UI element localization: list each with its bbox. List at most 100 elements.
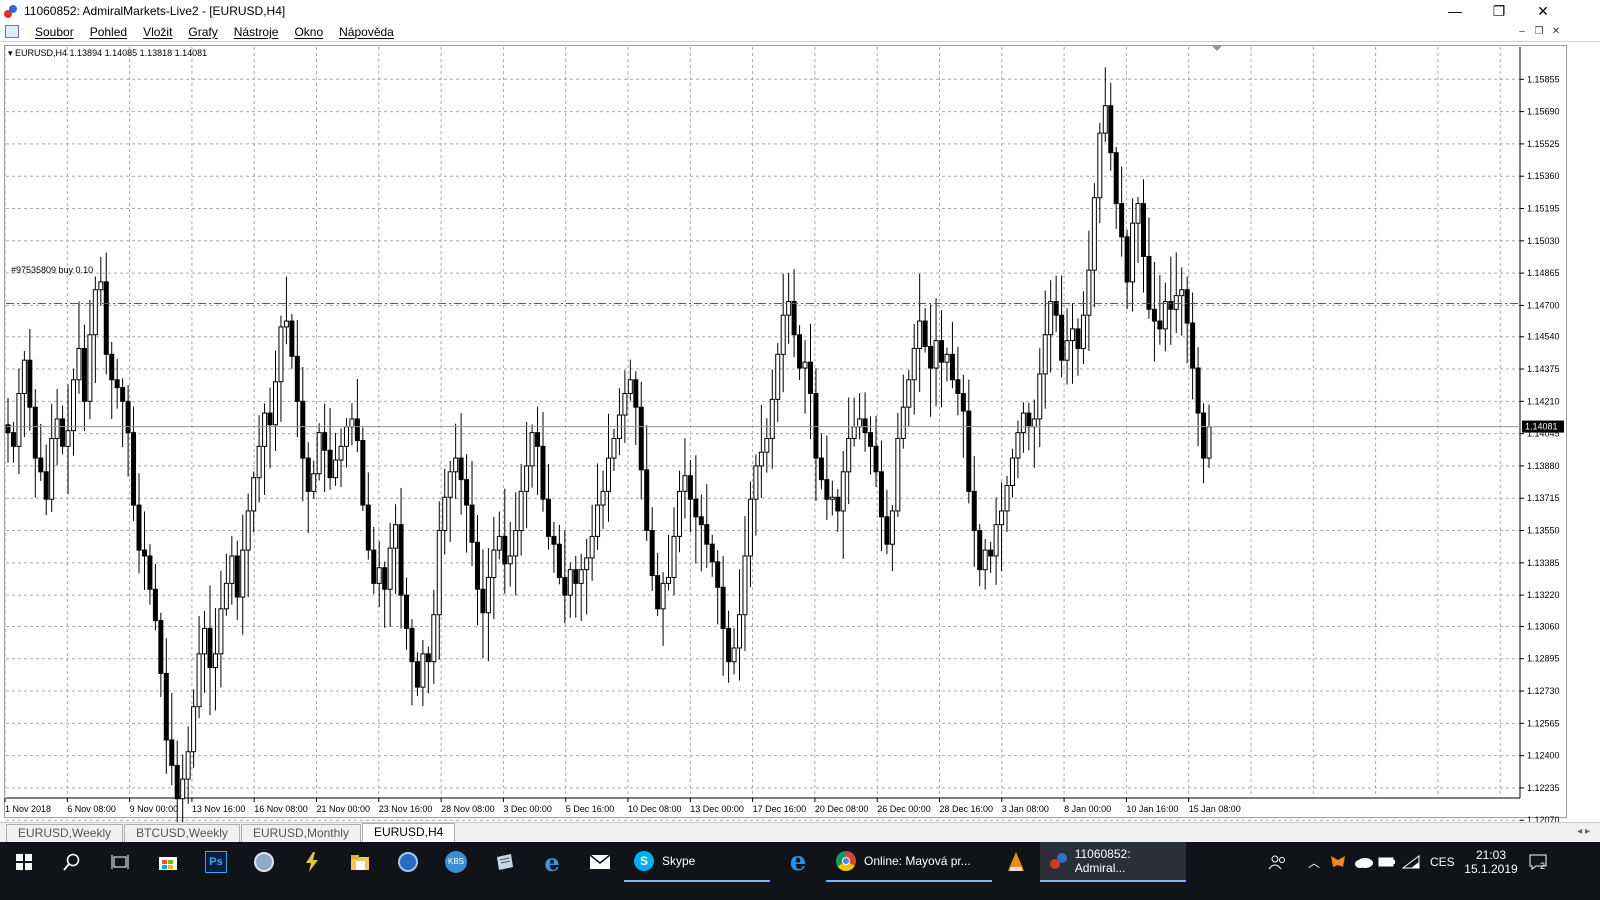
candle-body (131, 432, 137, 506)
time-axis-label: 17 Dec 16:00 (753, 804, 807, 814)
candle-body (1097, 132, 1103, 199)
tab-eurusd-h4[interactable]: EURUSD,H4 (361, 823, 456, 842)
candle-body (207, 627, 213, 669)
photoshop-icon[interactable]: Ps (192, 842, 240, 882)
tab-eurusd-weekly[interactable]: EURUSD,Weekly (6, 824, 124, 842)
battery-icon[interactable] (1378, 842, 1396, 882)
tray-metamask-icon[interactable] (1330, 842, 1346, 882)
candle-body (589, 535, 595, 559)
price-axis-label: 1.15525 (1527, 139, 1560, 149)
candle-body (1075, 328, 1081, 349)
price-chart[interactable]: 1.15855 1.15690 1.15525 1.15360 1.15195 1.150… (0, 0, 1600, 822)
kbs-app-icon[interactable]: KBS (432, 842, 480, 882)
candle-body (567, 569, 573, 596)
candle-body (1048, 300, 1054, 336)
candle-body (485, 577, 491, 614)
price-axis-label: 1.13220 (1527, 590, 1560, 600)
clock-date: 15.1.2019 (1464, 862, 1518, 876)
app-feather-icon[interactable] (240, 842, 288, 882)
candle-body (442, 496, 448, 532)
winamp-bolt-icon[interactable] (288, 842, 336, 882)
candle-body (764, 438, 770, 453)
candle-body (726, 627, 732, 663)
price-axis-label: 1.12400 (1527, 751, 1560, 761)
candle-body (300, 400, 306, 459)
candle-body (1184, 289, 1190, 324)
candle-body (1190, 322, 1196, 369)
tab-eurusd-monthly[interactable]: EURUSD,Monthly (240, 824, 361, 842)
candle-body (333, 459, 339, 479)
candle-body (1119, 203, 1125, 238)
task-view-icon[interactable] (96, 842, 144, 882)
candle-body (649, 530, 655, 577)
candle-body (202, 627, 208, 655)
time-axis-label: 28 Dec 16:00 (940, 804, 994, 814)
edge-icon[interactable]: e (528, 842, 576, 882)
candle-body (911, 347, 917, 381)
candle-body (556, 543, 562, 579)
mail-icon[interactable] (576, 842, 624, 882)
wifi-icon[interactable] (1402, 842, 1420, 882)
order-label[interactable]: #97535809 buy 0.10 (11, 265, 93, 275)
candle-body (289, 320, 295, 357)
candle-body (687, 475, 693, 500)
candle-body (163, 672, 169, 741)
candle-body (382, 567, 388, 590)
onedrive-cloud-icon[interactable] (1354, 842, 1374, 882)
candle-body (256, 445, 262, 479)
taskbar-app-skype[interactable]: S Skype (624, 842, 770, 882)
candle-body (873, 445, 879, 473)
thunderbird-icon[interactable] (384, 842, 432, 882)
clock-time: 21:03 (1475, 848, 1507, 862)
candle-body (447, 471, 453, 498)
file-explorer-icon[interactable] (336, 842, 384, 882)
candle-body (218, 608, 224, 655)
candle-body (660, 582, 666, 610)
price-axis-label: 1.14865 (1527, 268, 1560, 278)
price-axis-label: 1.12235 (1527, 783, 1560, 793)
candle-body (1031, 418, 1037, 428)
candle-body (655, 575, 661, 610)
tab-scroll-arrows[interactable]: ◂ ▸ (1577, 826, 1590, 837)
candle-body (622, 392, 628, 416)
notepad-icon[interactable] (480, 842, 528, 882)
tab-btcusd-weekly[interactable]: BTCUSD,Weekly (124, 824, 240, 842)
candle-body (791, 300, 797, 336)
candle-body (813, 392, 819, 459)
taskbar-app-metatrader[interactable]: 11060852: Admiral... (1040, 842, 1186, 882)
tray-chevron-up-icon[interactable]: ︿ (1308, 842, 1320, 882)
candle-body (933, 340, 939, 369)
candle-body (524, 465, 530, 492)
candle-body (234, 555, 240, 598)
people-icon[interactable] (1268, 842, 1288, 882)
price-axis-label: 1.12895 (1527, 654, 1560, 664)
candle-body (43, 471, 49, 500)
language-indicator[interactable]: CES (1430, 842, 1455, 882)
candle-body (21, 359, 27, 394)
vlc-icon[interactable] (992, 842, 1040, 882)
candle-body (1206, 426, 1212, 459)
taskbar-app-label: Online: Mayová pr... (864, 854, 971, 868)
candle-body (895, 438, 901, 512)
taskbar-app-chrome[interactable]: Online: Mayová pr... (826, 842, 992, 882)
chrome-icon (836, 851, 856, 871)
chart-shift-marker-icon (1212, 46, 1222, 51)
candle-body (939, 340, 945, 363)
time-axis-label: 10 Dec 08:00 (628, 804, 682, 814)
candle-body (103, 281, 109, 355)
candle-body (360, 439, 366, 506)
search-icon[interactable] (48, 842, 96, 882)
price-axis-label: 1.14540 (1527, 332, 1560, 342)
candle-body (1168, 300, 1174, 310)
candle-body (496, 535, 502, 551)
internet-explorer-icon[interactable]: e (770, 842, 826, 882)
candle-body (584, 557, 590, 571)
candle-body (141, 549, 147, 557)
candle-body (278, 326, 284, 383)
clock[interactable]: 21:03 15.1.2019 (1462, 842, 1520, 882)
store-icon[interactable] (144, 842, 192, 882)
screen-bottom-edge (0, 882, 1600, 900)
candle-body (944, 353, 950, 363)
windows-start-icon[interactable] (0, 842, 48, 882)
action-center-icon[interactable]: 2 (1528, 842, 1550, 882)
